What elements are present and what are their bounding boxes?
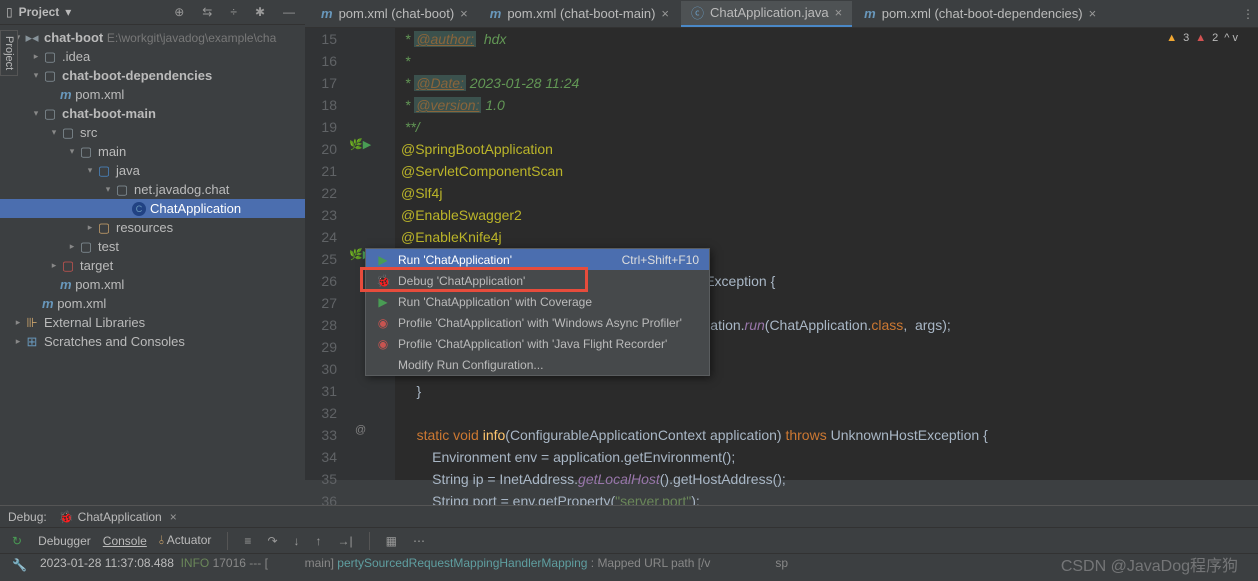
- step-into-icon[interactable]: ↓: [290, 534, 304, 548]
- debug-icon: 🐞: [376, 274, 390, 288]
- tree-src[interactable]: ▾▢src: [0, 123, 305, 142]
- menu-profile-async[interactable]: ◉Profile 'ChatApplication' with 'Windows…: [366, 312, 709, 333]
- profile-icon: ◉: [376, 337, 390, 351]
- override-icon[interactable]: @: [355, 424, 366, 436]
- select-opened-icon[interactable]: ⊕: [170, 5, 188, 19]
- run-to-cursor-icon[interactable]: →|: [334, 534, 357, 548]
- debug-header: Debug: 🐞ChatApplication×: [0, 506, 1258, 528]
- tree-main-mod[interactable]: ▾▢chat-boot-main: [0, 104, 305, 123]
- dropdown-icon[interactable]: ▾: [65, 5, 71, 19]
- project-tree: ▾▸◂chat-boot E:\workgit\javadog\example\…: [0, 25, 305, 354]
- tree-idea[interactable]: ▸▢.idea: [0, 47, 305, 66]
- run-context-menu: ▶Run 'ChatApplication'Ctrl+Shift+F10 🐞De…: [365, 248, 710, 376]
- editor-tabs: mpom.xml (chat-boot)× mpom.xml (chat-boo…: [305, 0, 1258, 28]
- console-tab[interactable]: Console: [103, 534, 147, 548]
- debugger-tab[interactable]: Debugger: [38, 534, 91, 548]
- tab-pom-deps[interactable]: mpom.xml (chat-boot-dependencies)×: [854, 1, 1106, 27]
- tree-scratch[interactable]: ▸⊞Scratches and Consoles: [0, 332, 305, 351]
- step-out-icon[interactable]: ↑: [312, 534, 326, 548]
- tree-pom3[interactable]: m pom.xml: [0, 294, 305, 313]
- debug-title: Debug:: [8, 510, 47, 524]
- close-icon[interactable]: ×: [1089, 6, 1097, 21]
- project-header: ▯ Project ▾ ⊕ ⇆ ÷ ✱ —: [0, 0, 305, 25]
- coverage-icon: ▶: [376, 295, 390, 309]
- tree-pkg[interactable]: ▾▢net.javadog.chat: [0, 180, 305, 199]
- collapse-icon[interactable]: ÷: [226, 5, 241, 19]
- settings-icon[interactable]: ✱: [251, 5, 269, 19]
- tree-test[interactable]: ▸▢test: [0, 237, 305, 256]
- tab-pom-boot[interactable]: mpom.xml (chat-boot)×: [311, 1, 478, 27]
- close-icon[interactable]: ×: [460, 6, 468, 21]
- evaluate-icon[interactable]: ▦: [382, 534, 401, 548]
- actuator-tab[interactable]: ⫰ Actuator: [159, 533, 212, 548]
- debug-run-tab[interactable]: 🐞ChatApplication×: [59, 510, 177, 524]
- tree-extlib[interactable]: ▸⊪External Libraries: [0, 313, 305, 332]
- nav-updown[interactable]: ^ v: [1224, 32, 1238, 44]
- tree-target[interactable]: ▸▢target: [0, 256, 305, 275]
- close-icon[interactable]: ×: [661, 6, 669, 21]
- close-icon[interactable]: ×: [835, 5, 843, 20]
- menu-coverage[interactable]: ▶Run 'ChatApplication' with Coverage: [366, 291, 709, 312]
- error-icon: ▲: [1195, 32, 1206, 44]
- tree-main[interactable]: ▾▢main: [0, 142, 305, 161]
- project-title: Project: [19, 5, 60, 19]
- project-panel: ▯ Project ▾ ⊕ ⇆ ÷ ✱ — ▾▸◂chat-boot E:\wo…: [0, 0, 305, 480]
- warning-icon: ▲: [1166, 32, 1177, 44]
- menu-debug[interactable]: 🐞Debug 'ChatApplication': [366, 270, 709, 291]
- expand-icon[interactable]: ⇆: [198, 5, 216, 19]
- spring-run-icon[interactable]: 🌿▶: [349, 138, 371, 151]
- tree-java[interactable]: ▾▢java: [0, 161, 305, 180]
- run-icon: ▶: [376, 253, 390, 267]
- tab-pom-main[interactable]: mpom.xml (chat-boot-main)×: [480, 1, 679, 27]
- editor-area: mpom.xml (chat-boot)× mpom.xml (chat-boo…: [305, 0, 1258, 480]
- tree-root[interactable]: ▾▸◂chat-boot E:\workgit\javadog\example\…: [0, 28, 305, 47]
- project-side-tab[interactable]: Project: [0, 30, 18, 76]
- tree-deps-pom[interactable]: m pom.xml: [0, 85, 305, 104]
- menu-run[interactable]: ▶Run 'ChatApplication'Ctrl+Shift+F10: [366, 249, 709, 270]
- watermark: CSDN @JavaDog程序狗: [1061, 552, 1238, 576]
- more-tabs-icon[interactable]: ⋮: [1238, 7, 1258, 21]
- tab-chatapp[interactable]: ⓒChatApplication.java×: [681, 1, 852, 27]
- hide-icon[interactable]: —: [279, 5, 299, 19]
- tree-resources[interactable]: ▸▢resources: [0, 218, 305, 237]
- rerun-icon[interactable]: ↻: [8, 534, 26, 548]
- step-icon[interactable]: ≡: [240, 534, 255, 548]
- step-over-icon[interactable]: ↷: [263, 534, 281, 548]
- more-icon[interactable]: ⋯: [409, 534, 429, 548]
- project-icon: ▯: [6, 5, 13, 19]
- tree-pom2[interactable]: m pom.xml: [0, 275, 305, 294]
- debug-toolbar: ↻ Debugger Console ⫰ Actuator ≡ ↷ ↓ ↑ →|…: [0, 528, 1258, 554]
- line-numbers: 1516171819202122232425262728293031323334…: [305, 28, 345, 480]
- warnings-indicator[interactable]: ▲3 ▲2 ^ v: [1166, 32, 1238, 44]
- profile-icon: ◉: [376, 316, 390, 330]
- menu-profile-jfr[interactable]: ◉Profile 'ChatApplication' with 'Java Fl…: [366, 333, 709, 354]
- menu-modify-config[interactable]: Modify Run Configuration...: [366, 354, 709, 375]
- tool-icon[interactable]: 🔧: [8, 558, 31, 572]
- tree-app-selected[interactable]: CChatApplication: [0, 199, 305, 218]
- tree-deps[interactable]: ▾▢chat-boot-dependencies: [0, 66, 305, 85]
